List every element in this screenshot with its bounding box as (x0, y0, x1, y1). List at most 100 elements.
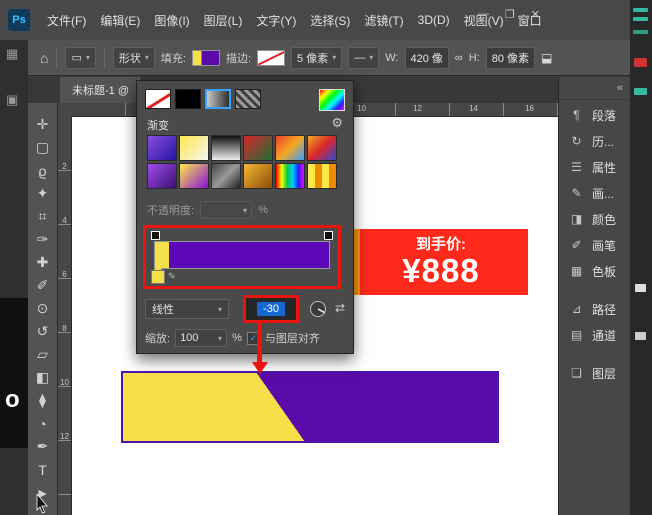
healing-brush-tool[interactable]: ✚ (31, 251, 55, 274)
minimize-button[interactable]: — (478, 8, 489, 21)
panel-paths[interactable]: ⊿ 路径 (559, 296, 631, 322)
gradient-preset[interactable] (179, 135, 209, 161)
gradient-preset[interactable] (211, 135, 241, 161)
gradient-preset[interactable] (243, 163, 273, 189)
banner-price: ¥888 (402, 253, 479, 289)
gradient-editor-bar[interactable] (154, 241, 330, 269)
close-button[interactable]: ✕ (531, 8, 540, 21)
home-icon[interactable]: ⌂ (40, 50, 48, 66)
brush-tool[interactable]: ✐ (31, 274, 55, 297)
background-window-fragment (633, 17, 648, 21)
pen-tool[interactable]: ✒ (31, 435, 55, 458)
eraser-tool[interactable]: ▱ (31, 343, 55, 366)
color-picker-button[interactable] (319, 89, 345, 111)
gradient-preset[interactable] (243, 135, 273, 161)
collapse-panel-icon[interactable]: « (617, 82, 623, 94)
angle-dial[interactable] (309, 300, 327, 321)
width-input[interactable]: 420 像 (405, 47, 449, 69)
chevron-down-icon: ▾ (369, 53, 373, 62)
annotation-arrow-line (257, 320, 262, 362)
options-bar: ⌂ ▭ ▾ 形状 ▾ 填充: 描边: 5 像素 ▾ — ▾ W: 420 像 ∞… (28, 40, 630, 76)
menu-filter[interactable]: 滤镜(T) (357, 8, 410, 33)
gradient-style-select[interactable]: 线性 ▾ (145, 299, 229, 319)
quick-selection-tool[interactable]: ✦ (31, 182, 55, 205)
move-tool[interactable]: ✛ (31, 113, 55, 136)
restore-button[interactable]: ❐ (505, 8, 515, 21)
lasso-tool[interactable]: ϱ (31, 159, 55, 182)
background-window-fragment (633, 8, 648, 12)
pattern-fill-button[interactable] (235, 89, 261, 109)
dodge-tool[interactable]: ◔ (31, 412, 55, 435)
banner-label: 到手价: (416, 236, 466, 253)
height-input[interactable]: 80 像素 (486, 47, 535, 69)
eyedropper-tool[interactable]: ✑ (31, 228, 55, 251)
tool-mode-select[interactable]: 形状 ▾ (113, 47, 155, 69)
angle-input[interactable]: -30 (257, 302, 285, 316)
background-window-fragment: o (0, 298, 28, 448)
gradient-preset[interactable] (307, 135, 337, 161)
panel-icon: ✎ (569, 186, 584, 200)
opacity-select[interactable]: ▾ (200, 201, 252, 219)
edit-stop-icon[interactable]: ✎ (168, 271, 176, 282)
gradient-reverse-icon[interactable]: ⇄ (335, 301, 345, 315)
gradient-preset[interactable] (147, 135, 177, 161)
gradient-preset[interactable] (147, 163, 177, 189)
history-brush-tool[interactable]: ↺ (31, 320, 55, 343)
menu-edit[interactable]: 编辑(E) (93, 8, 147, 33)
window-controls: — ❐ ✕ (478, 8, 540, 21)
panel-channels[interactable]: ▤ 通道 (559, 322, 631, 348)
stroke-style-select[interactable]: — ▾ (348, 47, 379, 69)
fill-swatch[interactable] (192, 50, 220, 66)
scale-select[interactable]: 100 ▾ (175, 329, 227, 347)
panel-history[interactable]: ↻ 历... (559, 128, 631, 154)
panel-layers[interactable]: ❏ 图层 (559, 360, 631, 386)
tool-preset-picker[interactable]: ▭ ▾ (65, 47, 95, 69)
solid-fill-button[interactable] (175, 89, 201, 109)
path-operations-icon[interactable]: ⬓ (541, 51, 552, 65)
stroke-swatch[interactable] (257, 50, 285, 66)
ruler-number: 12 (368, 103, 424, 116)
panel-icon: ▦ (569, 264, 584, 278)
crop-tool[interactable]: ⌗ (31, 205, 55, 228)
link-dimensions-icon[interactable]: ∞ (455, 52, 463, 64)
gradient-preset[interactable] (307, 163, 337, 189)
gradient-fill-button[interactable] (205, 89, 231, 109)
background-window-fragment (634, 58, 647, 67)
stroke-width-select[interactable]: 5 像素 ▾ (291, 47, 342, 69)
blur-tool[interactable]: ⧫ (31, 389, 55, 412)
menu-file[interactable]: 文件(F) (40, 8, 93, 33)
panel-brushes[interactable]: ✐ 画笔 (559, 232, 631, 258)
gradient-preset[interactable] (275, 163, 305, 189)
stroke-label: 描边: (226, 50, 251, 66)
panel-icon: ✐ (569, 238, 584, 252)
fill-type-row (145, 89, 261, 109)
panel-color[interactable]: ◨ 颜色 (559, 206, 631, 232)
gear-icon[interactable]: ⚙ (331, 115, 343, 131)
menu-type[interactable]: 文字(Y) (249, 8, 303, 33)
panel-brush-settings[interactable]: ✎ 画... (559, 180, 631, 206)
gradient-tool[interactable]: ◧ (31, 366, 55, 389)
opacity-stop-right[interactable] (324, 231, 333, 240)
gradient-preset[interactable] (179, 163, 209, 189)
mouse-cursor-icon (36, 494, 50, 515)
panel-paragraph[interactable]: ¶ 段落 (559, 102, 631, 128)
image-icon: ▣ (6, 92, 18, 108)
gradient-preset[interactable] (275, 135, 305, 161)
type-tool[interactable]: T (31, 458, 55, 481)
no-fill-button[interactable] (145, 89, 171, 109)
document-tab[interactable]: 未标题-1 @ (60, 77, 142, 103)
height-label: H: (469, 52, 480, 64)
menu-3d[interactable]: 3D(D) (411, 9, 457, 31)
menu-image[interactable]: 图像(I) (147, 8, 196, 33)
scale-row: 缩放: 100 ▾ % ✓ 与图层对齐 (145, 329, 320, 347)
menu-layer[interactable]: 图层(L) (197, 8, 250, 33)
opacity-stop-left[interactable] (151, 231, 160, 240)
gradient-preset[interactable] (211, 163, 241, 189)
menu-select[interactable]: 选择(S) (303, 8, 357, 33)
panel-icon: ↻ (569, 134, 584, 148)
clone-stamp-tool[interactable]: ⊙ (31, 297, 55, 320)
color-stop-yellow[interactable] (151, 270, 165, 284)
panel-swatches[interactable]: ▦ 色板 (559, 258, 631, 284)
panel-properties[interactable]: ☰ 属性 (559, 154, 631, 180)
marquee-tool[interactable]: ▢ (31, 136, 55, 159)
